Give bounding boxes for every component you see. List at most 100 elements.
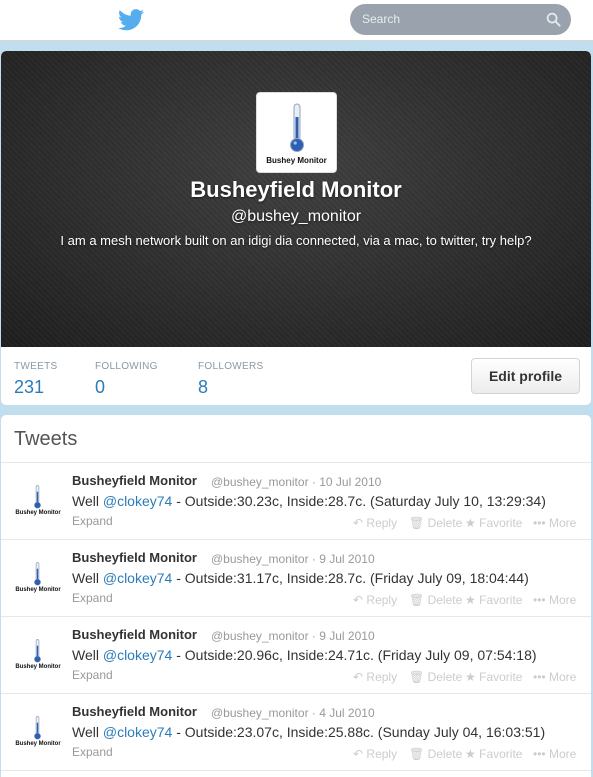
stat-label: FOLLOWING (95, 361, 158, 372)
tweet-favorite-action[interactable]: ★ Favorite (465, 670, 522, 684)
tweet-item[interactable]: Bushey Monitor Busheyfield Monitor @bush… (1, 540, 591, 617)
tweet-delete-action[interactable]: 🗑 Delete (409, 516, 462, 530)
tweet-favorite-action[interactable]: ★ Favorite (465, 747, 522, 761)
tweet-action-label: Delete (427, 747, 463, 761)
tweet-author-name[interactable]: Busheyfield Monitor (72, 704, 197, 719)
tweet-author-handle[interactable]: @bushey_monitor (211, 475, 309, 489)
tweet-author-handle[interactable]: @bushey_monitor (211, 552, 309, 566)
twitter-bird-icon[interactable] (118, 9, 144, 31)
tweet-action-label: Reply (366, 747, 398, 761)
stat-tweets[interactable]: TWEETS 231 (14, 361, 57, 398)
tweet-expand-link[interactable]: Expand (72, 591, 113, 605)
delete-icon: 🗑 (409, 747, 425, 761)
stat-following[interactable]: FOLLOWING 0 (95, 361, 158, 398)
more-icon: ••• (533, 747, 546, 761)
delete-icon: 🗑 (409, 516, 425, 530)
tweet-author-name[interactable]: Busheyfield Monitor (72, 550, 197, 565)
reply-icon: ↶ (353, 747, 364, 761)
tweet-date[interactable]: 4 Jul 2010 (319, 706, 374, 720)
tweet-more-action[interactable]: ••• More (533, 593, 576, 607)
tweet-text-prefix: Well (72, 647, 103, 663)
tweet-expand-link[interactable]: Expand (72, 514, 113, 528)
tweet-more-action[interactable]: ••• More (533, 747, 576, 761)
tweet-reply-action[interactable]: ↶ Reply (353, 747, 397, 761)
search-placeholder: Search (362, 12, 401, 26)
more-icon: ••• (533, 670, 546, 684)
tweet-item[interactable]: Bushey Monitor Busheyfield Monitor @bush… (1, 694, 591, 771)
search-icon[interactable] (546, 12, 561, 27)
tweet-favorite-action[interactable]: ★ Favorite (465, 593, 522, 607)
tweet-action-label: More (548, 593, 577, 607)
reply-icon: ↶ (353, 670, 364, 684)
tweet-reply-action[interactable]: ↶ Reply (353, 593, 397, 607)
tweet-reply-action[interactable]: ↶ Reply (353, 670, 397, 684)
tweet-action-label: Reply (366, 593, 398, 607)
search-input[interactable]: Search (350, 4, 571, 35)
stat-value: 8 (198, 377, 209, 397)
thermometer-icon (289, 103, 304, 152)
tweet-meta: @bushey_monitor · 9 Jul 2010 (211, 552, 375, 566)
reply-icon: ↶ (353, 593, 364, 607)
tweet-text-body: - Outside:20.96c, Inside:24.71c. (Friday… (172, 647, 537, 663)
favorite-icon: ★ (465, 747, 476, 761)
avatar-caption: Bushey Monitor (15, 587, 61, 593)
stat-label: FOLLOWERS (198, 361, 264, 372)
tweet-meta: @bushey_monitor · 4 Jul 2010 (211, 706, 375, 720)
edit-profile-button[interactable]: Edit profile (471, 358, 580, 394)
profile-card: Bushey Monitor Busheyfield Monitor @bush… (1, 51, 591, 405)
tweet-mention-link[interactable]: @clokey74 (103, 647, 172, 663)
tweet-delete-action[interactable]: 🗑 Delete (409, 593, 462, 607)
top-bar: Search (0, 0, 593, 41)
tweet-mention-link[interactable]: @clokey74 (103, 724, 172, 740)
tweet-text-prefix: Well (72, 493, 103, 509)
tweet-meta: @bushey_monitor · 10 Jul 2010 (211, 475, 382, 489)
delete-icon: 🗑 (409, 670, 425, 684)
tweet-more-action[interactable]: ••• More (533, 516, 576, 530)
tweet-avatar[interactable]: Bushey Monitor (15, 639, 61, 671)
tweet-action-label: Delete (427, 593, 463, 607)
tweet-text-body: - Outside:30.23c, Inside:28.7c. (Saturda… (172, 493, 546, 509)
profile-handle: @bushey_monitor (230, 208, 362, 225)
tweet-date[interactable]: 10 Jul 2010 (319, 475, 381, 489)
stat-value: 0 (95, 377, 106, 397)
avatar-caption: Bushey Monitor (15, 664, 61, 670)
tweet-favorite-action[interactable]: ★ Favorite (465, 516, 522, 530)
tweet-author-name[interactable]: Busheyfield Monitor (72, 627, 197, 642)
tweet-delete-action[interactable]: 🗑 Delete (409, 670, 462, 684)
avatar-caption: Bushey Monitor (15, 510, 61, 516)
reply-icon: ↶ (353, 516, 364, 530)
tweet-expand-link[interactable]: Expand (72, 745, 113, 759)
tweet-expand-link[interactable]: Expand (72, 668, 113, 682)
tweet-action-label: Delete (427, 516, 463, 530)
tweet-date[interactable]: 9 Jul 2010 (319, 552, 374, 566)
avatar-caption: Bushey Monitor (15, 741, 61, 747)
tweet-mention-link[interactable]: @clokey74 (103, 493, 172, 509)
tweet-action-label: Reply (366, 516, 398, 530)
thermometer-icon (34, 485, 41, 509)
profile-avatar[interactable]: Bushey Monitor (256, 92, 337, 173)
tweet-mention-link[interactable]: @clokey74 (103, 570, 172, 586)
tweet-meta: @bushey_monitor · 9 Jul 2010 (211, 629, 375, 643)
tweet-reply-action[interactable]: ↶ Reply (353, 516, 397, 530)
tweet-action-label: Favorite (479, 516, 523, 530)
thermometer-icon (34, 716, 41, 740)
tweet-author-handle[interactable]: @bushey_monitor (211, 706, 309, 720)
tweet-delete-action[interactable]: 🗑 Delete (409, 747, 462, 761)
tweet-action-label: Favorite (479, 593, 523, 607)
tweet-item[interactable]: Bushey Monitor Busheyfield Monitor @bush… (1, 463, 591, 540)
tweet-more-action[interactable]: ••• More (533, 670, 576, 684)
tweet-date[interactable]: 9 Jul 2010 (319, 629, 374, 643)
tweet-avatar[interactable]: Bushey Monitor (15, 716, 61, 748)
tweet-action-label: More (548, 747, 577, 761)
stat-followers[interactable]: FOLLOWERS 8 (198, 361, 264, 398)
tweet-avatar[interactable]: Bushey Monitor (15, 562, 61, 594)
more-icon: ••• (533, 593, 546, 607)
tweet-avatar[interactable]: Bushey Monitor (15, 485, 61, 517)
tweet-author-name[interactable]: Busheyfield Monitor (72, 473, 197, 488)
tweet-action-label: More (548, 516, 577, 530)
tweet-item[interactable]: Bushey Monitor Busheyfield Monitor @bush… (1, 617, 591, 694)
tweet-text-body: - Outside:23.07c, Inside:25.88c. (Sunday… (172, 724, 546, 740)
delete-icon: 🗑 (409, 593, 425, 607)
tweet-author-handle[interactable]: @bushey_monitor (211, 629, 309, 643)
favorite-icon: ★ (465, 593, 476, 607)
